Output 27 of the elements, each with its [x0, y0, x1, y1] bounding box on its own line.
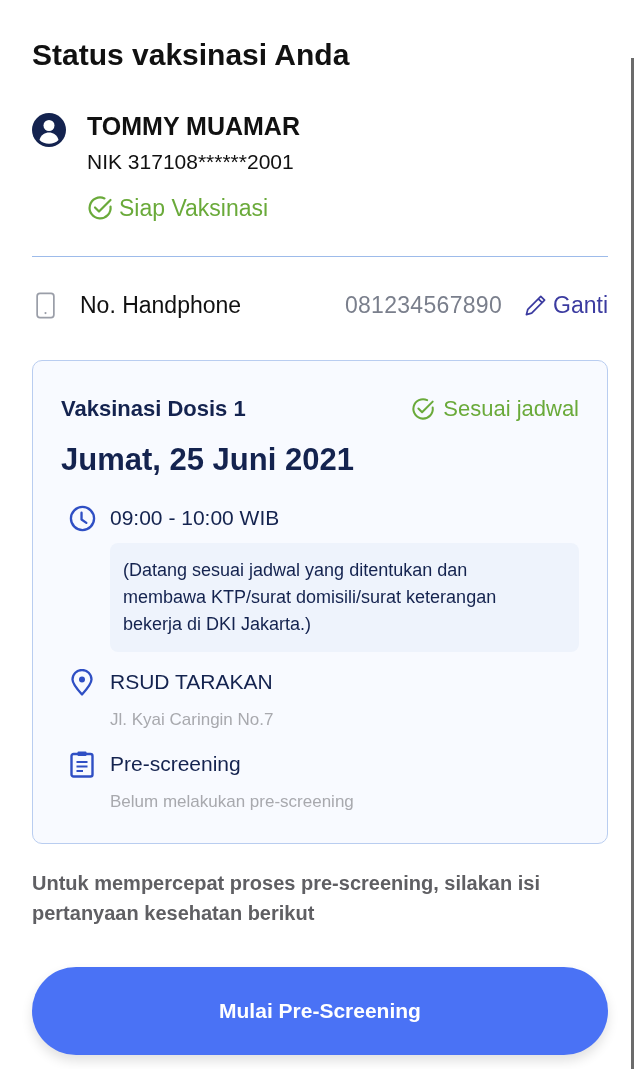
user-name: TOMMY MUAMAR — [87, 111, 300, 141]
scrollbar[interactable] — [631, 58, 634, 1069]
phone-label: No. Handphone — [80, 291, 242, 320]
dose-title: Vaksinasi Dosis 1 — [61, 395, 246, 423]
check-circle-icon — [411, 397, 436, 421]
clock-icon — [68, 504, 96, 532]
change-phone-link[interactable]: Ganti — [524, 290, 608, 320]
schedule-status: Sesuai jadwal — [443, 395, 579, 423]
page-title: Status vaksinasi Anda — [32, 37, 351, 73]
pencil-icon — [524, 293, 547, 317]
phone-icon — [36, 291, 55, 319]
user-avatar-icon — [32, 113, 66, 147]
note-text: (Datang sesuai jadwal yang ditentukan dan membawa KTP/surat domisili/surat keterangan bekerja di DKI Jakarta.) — [123, 559, 498, 636]
vaccination-status: Siap Vaksinasi — [119, 194, 269, 223]
detail-title: RSUD TARAKAN — [110, 669, 273, 695]
start-prescreening-button[interactable]: Mulai Pre-Screening — [32, 967, 608, 1055]
detail-subtitle: Jl. Kyai Caringin No.7 — [110, 709, 275, 731]
check-circle-icon — [87, 195, 113, 221]
clipboard-icon — [70, 750, 94, 778]
schedule-date: Jumat, 25 Juni 2021 — [61, 441, 355, 479]
prompt-text: Untuk mempercepat proses pre-screening, silakan isi pertanyaan kesehatan berikut — [32, 871, 541, 926]
nik-number: NIK 317108******2001 — [87, 149, 295, 175]
detail-title: 09:00 - 10:00 WIB — [110, 505, 280, 531]
map-pin-icon — [71, 668, 93, 696]
detail-subtitle: Belum melakukan pre-screening — [110, 791, 355, 813]
phone-number: 081234567890 — [344, 291, 502, 320]
detail-title: Pre-screening — [110, 751, 241, 777]
